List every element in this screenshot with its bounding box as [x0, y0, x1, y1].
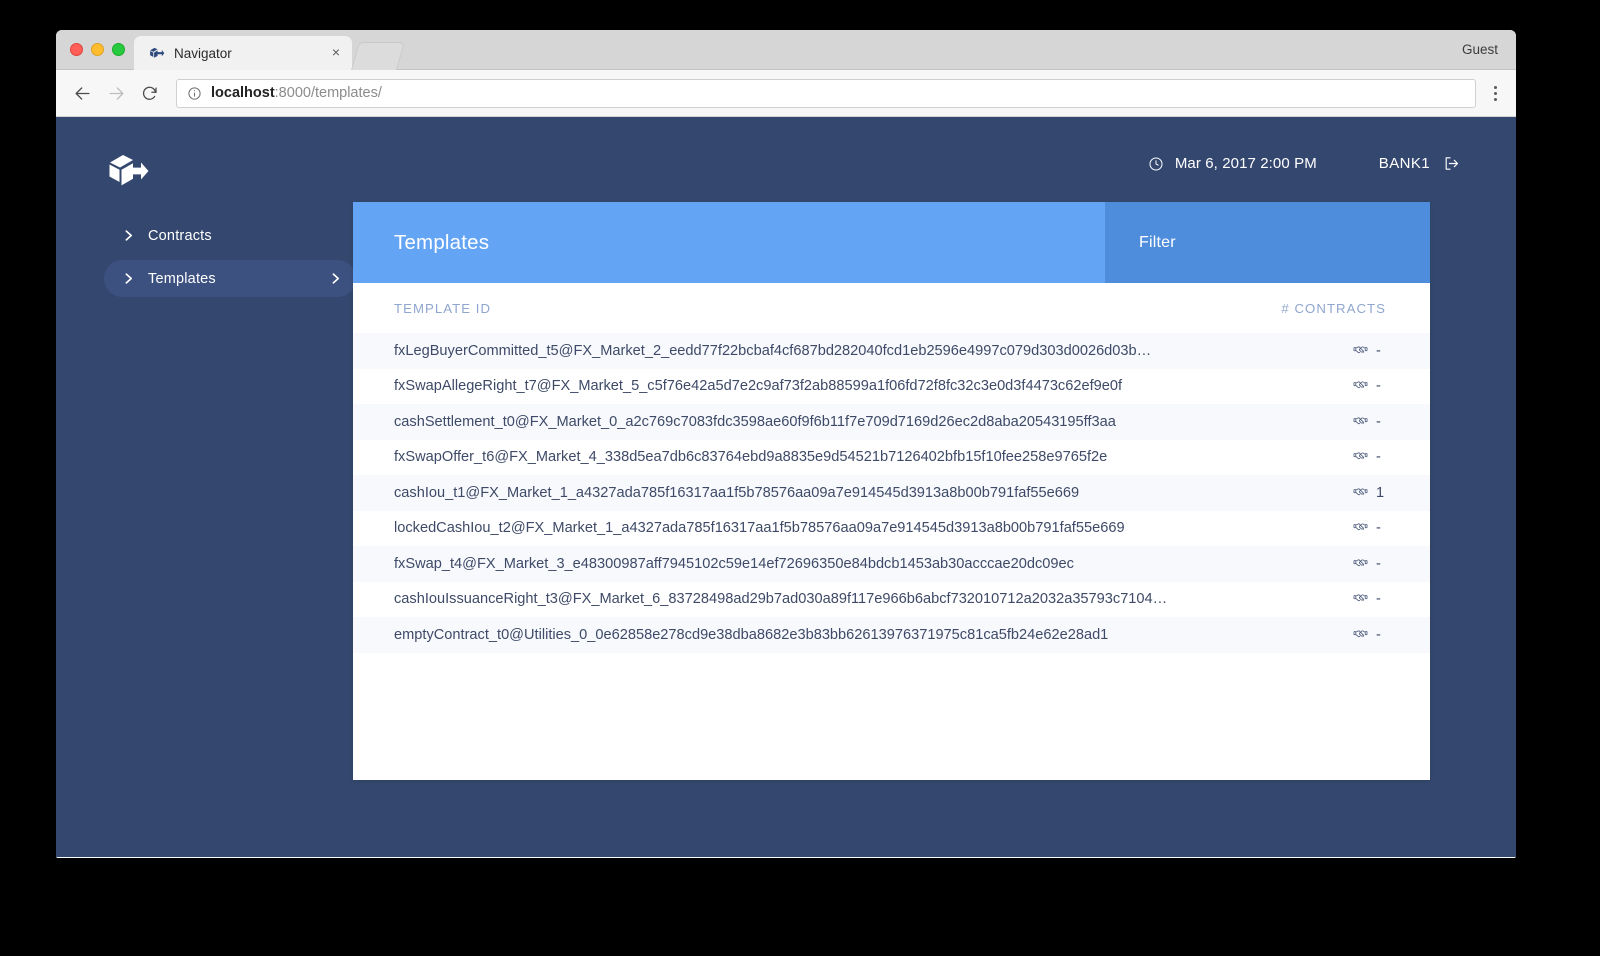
filter-panel-header[interactable]: Filter [1105, 202, 1430, 283]
table-row[interactable]: lockedCashIou_t2@FX_Market_1_a4327ada785… [353, 510, 1430, 546]
cell-contracts: - [1342, 414, 1386, 430]
browser-tab[interactable]: Navigator × [134, 36, 352, 70]
cell-template-id: fxSwapOffer_t6@FX_Market_4_338d5ea7db6c8… [394, 449, 1108, 466]
page-title-bar: Templates [353, 202, 1105, 283]
reload-button[interactable] [136, 79, 164, 107]
table-header-row: TEMPLATE ID # CONTRACTS [353, 283, 1430, 333]
table-row[interactable]: cashIou_t1@FX_Market_1_a4327ada785f16317… [353, 475, 1430, 511]
navigator-app: Mar 6, 2017 2:00 PM BANK1 Contracts Temp… [56, 117, 1516, 857]
templates-table: TEMPLATE ID # CONTRACTS fxLegBuyerCommit… [353, 283, 1430, 653]
site-info-icon[interactable] [187, 86, 202, 101]
close-window-button[interactable] [70, 43, 83, 56]
cell-template-id: fxSwapAllegeRight_t7@FX_Market_5_c5f76e4… [394, 378, 1123, 395]
contracts-count: - [1376, 342, 1381, 359]
browser-tab-title: Navigator [174, 45, 232, 61]
sidebar-item-contracts[interactable]: Contracts [104, 217, 356, 254]
address-bar-url: localhost:8000/templates/ [211, 85, 382, 101]
sidebar-item-label: Templates [148, 270, 216, 287]
clock-icon [1148, 156, 1164, 172]
address-bar-host: localhost [211, 85, 275, 101]
cell-contracts: - [1342, 343, 1386, 359]
chevron-right-trailing-icon [329, 272, 342, 285]
chevron-right-icon [122, 229, 135, 242]
cell-template-id: cashIou_t1@FX_Market_1_a4327ada785f16317… [394, 484, 1080, 501]
back-button[interactable] [68, 79, 96, 107]
handshake-icon [1352, 344, 1369, 358]
filter-label: Filter [1139, 233, 1176, 251]
table-row[interactable]: cashSettlement_t0@FX_Market_0_a2c769c708… [353, 404, 1430, 440]
table-row[interactable]: emptyContract_t0@Utilities_0_0e62858e278… [353, 617, 1430, 653]
forward-button[interactable] [102, 79, 130, 107]
contracts-count: - [1376, 591, 1381, 608]
window-traffic-lights [70, 43, 125, 56]
column-header-template-id[interactable]: TEMPLATE ID [394, 301, 1281, 316]
address-bar[interactable]: localhost:8000/templates/ [176, 78, 1476, 108]
column-header-contracts[interactable]: # CONTRACTS [1281, 301, 1386, 316]
browser-profile-label[interactable]: Guest [1462, 42, 1498, 57]
logout-icon[interactable] [1443, 155, 1460, 172]
new-tab-button[interactable] [350, 42, 406, 70]
cell-template-id: fxSwap_t4@FX_Market_3_e48300987aff794510… [394, 555, 1074, 572]
cell-template-id: emptyContract_t0@Utilities_0_0e62858e278… [394, 626, 1109, 643]
templates-card: Templates Filter TEMPLATE ID # CONTRACTS… [353, 202, 1430, 780]
handshake-icon [1352, 628, 1369, 642]
close-icon[interactable]: × [328, 45, 344, 61]
sidebar-item-templates[interactable]: Templates [104, 260, 356, 297]
contracts-count: - [1376, 520, 1381, 537]
cell-template-id: cashSettlement_t0@FX_Market_0_a2c769c708… [394, 413, 1116, 430]
handshake-icon [1352, 379, 1369, 393]
cell-template-id: cashIouIssuanceRight_t3@FX_Market_6_8372… [394, 591, 1168, 608]
handshake-icon [1352, 592, 1369, 606]
cell-contracts: - [1342, 378, 1386, 394]
contracts-count: - [1376, 626, 1381, 643]
cell-contracts: - [1342, 627, 1386, 643]
table-body: fxLegBuyerCommitted_t5@FX_Market_2_eedd7… [353, 333, 1430, 653]
browser-window: Navigator × Guest localhost:8000/templat… [56, 30, 1516, 858]
contracts-count: - [1376, 378, 1381, 395]
cell-contracts: - [1342, 520, 1386, 536]
header-user-label: BANK1 [1378, 155, 1430, 172]
navigator-favicon-icon [148, 45, 165, 62]
contracts-count: 1 [1376, 484, 1385, 501]
sidebar: Contracts Templates [104, 217, 356, 303]
handshake-icon [1352, 521, 1369, 535]
app-logo-icon [106, 149, 150, 193]
address-bar-path: :8000/templates/ [274, 85, 382, 101]
cell-template-id: fxLegBuyerCommitted_t5@FX_Market_2_eedd7… [394, 342, 1152, 359]
browser-toolbar: localhost:8000/templates/ [56, 70, 1516, 117]
maximize-window-button[interactable] [112, 43, 125, 56]
table-row[interactable]: fxLegBuyerCommitted_t5@FX_Market_2_eedd7… [353, 333, 1430, 369]
cell-contracts: - [1342, 556, 1386, 572]
table-row[interactable]: fxSwap_t4@FX_Market_3_e48300987aff794510… [353, 546, 1430, 582]
browser-tabstrip: Navigator × Guest [56, 30, 1516, 70]
app-header-right: Mar 6, 2017 2:00 PM BANK1 [1148, 155, 1460, 172]
chevron-right-icon [122, 272, 135, 285]
contracts-count: - [1376, 449, 1381, 466]
handshake-icon [1352, 557, 1369, 571]
cell-contracts: 1 [1342, 485, 1386, 501]
sidebar-item-label: Contracts [148, 227, 212, 244]
app-header: Mar 6, 2017 2:00 PM BANK1 [56, 117, 1516, 212]
card-header: Templates Filter [353, 202, 1430, 283]
contracts-count: - [1376, 413, 1381, 430]
contracts-count: - [1376, 555, 1381, 572]
table-row[interactable]: fxSwapOffer_t6@FX_Market_4_338d5ea7db6c8… [353, 439, 1430, 475]
handshake-icon [1352, 486, 1369, 500]
cell-template-id: lockedCashIou_t2@FX_Market_1_a4327ada785… [394, 520, 1125, 537]
minimize-window-button[interactable] [91, 43, 104, 56]
cell-contracts: - [1342, 591, 1386, 607]
page-title: Templates [394, 230, 490, 254]
table-row[interactable]: cashIouIssuanceRight_t3@FX_Market_6_8372… [353, 581, 1430, 617]
table-row[interactable]: fxSwapAllegeRight_t7@FX_Market_5_c5f76e4… [353, 368, 1430, 404]
cell-contracts: - [1342, 449, 1386, 465]
handshake-icon [1352, 450, 1369, 464]
handshake-icon [1352, 415, 1369, 429]
browser-menu-button[interactable] [1484, 85, 1506, 101]
header-datetime: Mar 6, 2017 2:00 PM [1174, 155, 1317, 172]
